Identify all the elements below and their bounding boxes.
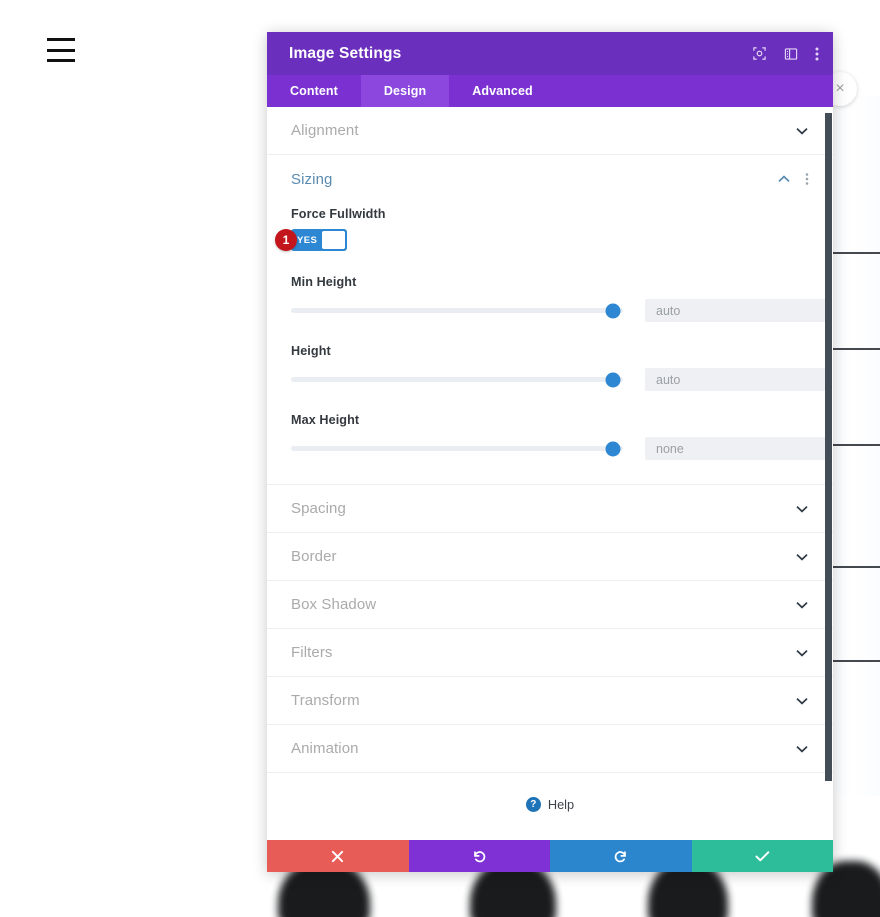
- min-height-label: Min Height: [291, 275, 357, 289]
- section-label: Spacing: [291, 500, 346, 517]
- modal-scrollbar[interactable]: [825, 107, 832, 840]
- sizing-section-body: Force Fullwidth 1 YES Min Height auto He…: [267, 203, 833, 485]
- section-label: Alignment: [291, 122, 359, 139]
- help-icon: ?: [525, 796, 541, 812]
- min-height-input[interactable]: [645, 299, 828, 322]
- toggle-knob: [322, 231, 345, 249]
- section-label: Border: [291, 548, 337, 565]
- save-button[interactable]: [691, 840, 833, 872]
- section-label: Filters: [291, 644, 333, 661]
- section-toggle-spacing[interactable]: Spacing: [267, 485, 833, 533]
- redo-button[interactable]: [550, 840, 692, 872]
- chevron-down-icon: [795, 742, 809, 756]
- background-divider: [833, 566, 880, 568]
- tab-content[interactable]: Content: [267, 75, 361, 107]
- height-label: Height: [291, 344, 331, 358]
- section-toggle-box-shadow[interactable]: Box Shadow: [267, 581, 833, 629]
- max-height-slider[interactable]: [291, 441, 623, 456]
- slider-handle[interactable]: [605, 441, 621, 456]
- background-content-panel: [836, 96, 880, 796]
- kebab-menu-icon[interactable]: [815, 46, 819, 62]
- section-label: Transform: [291, 692, 360, 709]
- chevron-down-icon: [795, 502, 809, 516]
- help-row[interactable]: ? Help: [267, 773, 833, 835]
- max-height-input[interactable]: [645, 437, 828, 460]
- page-title: Image Settings: [289, 44, 402, 62]
- chevron-down-icon: [795, 598, 809, 612]
- chevron-up-icon: [777, 172, 791, 186]
- height-field: Height: [291, 344, 828, 391]
- section-toggle-transform[interactable]: Transform: [267, 677, 833, 725]
- hamburger-menu-icon[interactable]: [47, 38, 75, 62]
- modal-header: Image Settings: [267, 32, 833, 75]
- focus-target-icon[interactable]: [752, 46, 767, 61]
- chevron-down-icon: [795, 124, 809, 138]
- section-label: Animation: [291, 740, 359, 757]
- section-label: Box Shadow: [291, 596, 377, 613]
- modal-body: Alignment Sizing Force Fullwidth 1 YES M…: [267, 107, 833, 840]
- background-divider: [833, 348, 880, 350]
- section-toggle-animation[interactable]: Animation: [267, 725, 833, 773]
- max-height-label: Max Height: [291, 413, 360, 427]
- background-divider: [833, 252, 880, 254]
- chevron-down-icon: [795, 550, 809, 564]
- section-toggle-sizing[interactable]: Sizing: [267, 155, 833, 203]
- force-fullwidth-label: Force Fullwidth: [291, 207, 386, 221]
- height-slider[interactable]: [291, 372, 623, 387]
- section-toggle-alignment[interactable]: Alignment: [267, 107, 833, 155]
- close-glyph: ×: [835, 80, 845, 97]
- force-fullwidth-toggle[interactable]: YES: [291, 229, 347, 251]
- slider-handle[interactable]: [605, 372, 621, 387]
- chevron-down-icon: [795, 646, 809, 660]
- panel-layout-icon[interactable]: [784, 47, 798, 61]
- max-height-field: Max Height: [291, 413, 828, 460]
- undo-button[interactable]: [408, 840, 550, 872]
- background-divider: [833, 660, 880, 662]
- scrollbar-thumb[interactable]: [825, 113, 832, 781]
- tab-advanced[interactable]: Advanced: [449, 75, 556, 107]
- slider-handle[interactable]: [605, 303, 621, 318]
- background-divider: [833, 444, 880, 446]
- screen: × Image Settings Content Design Advanced…: [0, 0, 880, 917]
- discard-button[interactable]: [267, 840, 409, 872]
- chevron-down-icon: [795, 694, 809, 708]
- settings-scroll-region: Alignment Sizing Force Fullwidth 1 YES M…: [267, 107, 833, 840]
- section-label: Sizing: [291, 170, 333, 188]
- modal-action-bar: [267, 840, 833, 872]
- height-input[interactable]: [645, 368, 828, 391]
- section-kebab-icon[interactable]: [805, 172, 809, 186]
- header-icon-group: [752, 46, 819, 62]
- modal-tabs: Content Design Advanced: [267, 75, 833, 107]
- toggle-state-text: YES: [297, 234, 318, 246]
- help-label: Help: [547, 796, 575, 812]
- force-fullwidth-control: 1 YES: [275, 228, 809, 252]
- tab-design[interactable]: Design: [360, 75, 450, 107]
- section-toggle-border[interactable]: Border: [267, 533, 833, 581]
- image-settings-modal: Image Settings Content Design Advanced A…: [267, 32, 833, 872]
- step-badge: 1: [275, 229, 297, 251]
- section-toggle-filters[interactable]: Filters: [267, 629, 833, 677]
- min-height-slider[interactable]: [291, 303, 623, 318]
- min-height-field: Min Height: [291, 275, 828, 322]
